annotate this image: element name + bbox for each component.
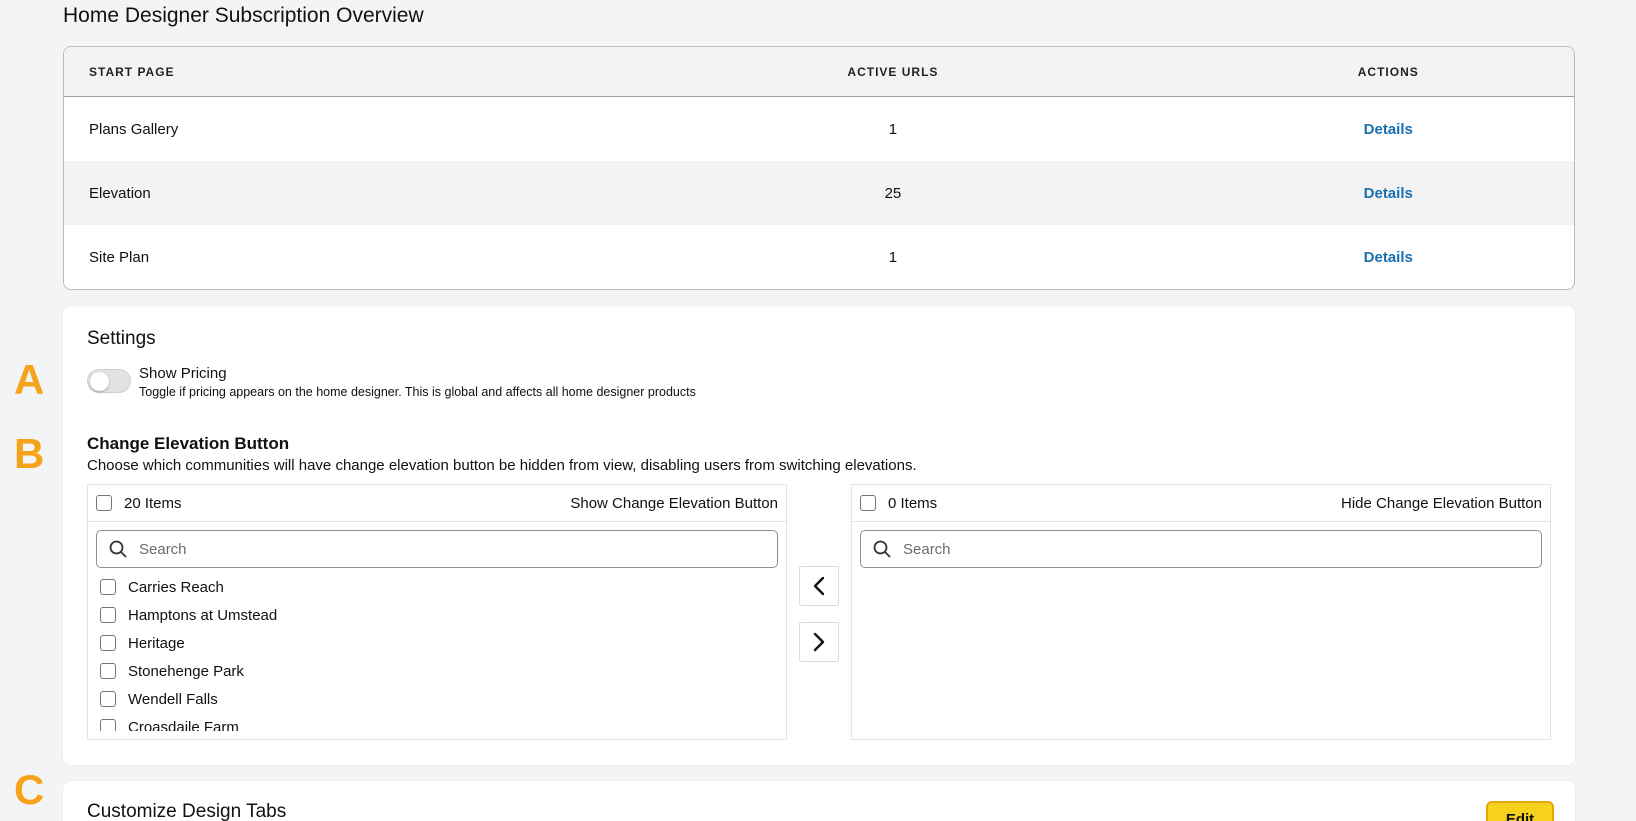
- list-item[interactable]: Hamptons at Umstead: [100, 601, 780, 629]
- list-item[interactable]: Croasdaile Farm: [100, 713, 780, 731]
- active-urls-cell: 1: [888, 120, 898, 138]
- show-pricing-label: Show Pricing: [139, 365, 227, 382]
- details-link[interactable]: Details: [1364, 185, 1413, 202]
- search-field: [96, 530, 778, 568]
- table-header: START PAGE ACTIVE URLS ACTIONS: [64, 47, 1574, 97]
- list-item[interactable]: Stonehenge Park: [100, 657, 780, 685]
- show-pricing-description: Toggle if pricing appears on the home de…: [139, 385, 696, 399]
- change-elevation-description: Choose which communities will have chang…: [87, 457, 917, 474]
- select-all-checkbox[interactable]: [860, 495, 876, 511]
- search-icon: [873, 540, 891, 558]
- item-label: Wendell Falls: [128, 690, 218, 708]
- panel-heading: Show Change Elevation Button: [570, 494, 778, 512]
- active-urls-cell: 1: [888, 248, 898, 266]
- column-header-actions: ACTIONS: [1357, 64, 1419, 79]
- select-all-checkbox[interactable]: [96, 495, 112, 511]
- list-item[interactable]: Heritage: [100, 629, 780, 657]
- settings-card: Settings Show Pricing Toggle if pricing …: [63, 306, 1575, 765]
- start-page-cell: Site Plan: [89, 248, 150, 266]
- search-input[interactable]: [139, 540, 739, 558]
- show-elevation-panel: 20 Items Show Change Elevation Button Ca…: [87, 484, 787, 740]
- hide-elevation-panel: 0 Items Hide Change Elevation Button: [851, 484, 1551, 740]
- item-label: Hamptons at Umstead: [128, 606, 278, 624]
- move-right-button[interactable]: [799, 622, 839, 662]
- search-icon: [109, 540, 127, 558]
- show-pricing-toggle[interactable]: [87, 369, 131, 393]
- table-row: Elevation 25 Details: [64, 161, 1574, 225]
- item-checkbox[interactable]: [100, 663, 116, 679]
- item-label: Carries Reach: [128, 578, 224, 596]
- annotation-letter-b: B: [14, 430, 45, 477]
- table-row: Site Plan 1 Details: [64, 225, 1574, 289]
- search-input[interactable]: [903, 540, 1503, 558]
- active-urls-cell: 25: [884, 184, 902, 202]
- item-checkbox[interactable]: [100, 691, 116, 707]
- edit-button[interactable]: Edit: [1486, 801, 1554, 821]
- item-checkbox[interactable]: [100, 607, 116, 623]
- list-item[interactable]: Carries Reach: [100, 573, 780, 601]
- annotation-letter-c: C: [14, 766, 45, 813]
- start-page-cell: Elevation: [89, 184, 151, 202]
- table-row: Plans Gallery 1 Details: [64, 97, 1574, 161]
- chevron-left-icon: [813, 576, 825, 596]
- customize-tabs-title: Customize Design Tabs: [87, 801, 287, 821]
- item-checkbox[interactable]: [100, 719, 116, 731]
- customize-design-tabs-card: Customize Design Tabs Edit: [63, 781, 1575, 821]
- item-label: Croasdaile Farm: [128, 718, 239, 732]
- item-checkbox[interactable]: [100, 579, 116, 595]
- annotation-letter-a: A: [14, 356, 45, 403]
- settings-title: Settings: [87, 328, 156, 349]
- chevron-right-icon: [813, 632, 825, 652]
- change-elevation-title: Change Elevation Button: [87, 434, 290, 453]
- start-page-cell: Plans Gallery: [89, 120, 179, 138]
- community-list: Carries Reach Hamptons at Umstead Herita…: [100, 573, 780, 731]
- panel-header: 0 Items Hide Change Elevation Button: [852, 485, 1550, 522]
- page-title: Home Designer Subscription Overview: [63, 4, 424, 27]
- item-checkbox[interactable]: [100, 635, 116, 651]
- item-count: 20 Items: [124, 494, 182, 512]
- column-header-start-page: START PAGE: [89, 64, 175, 79]
- panel-heading: Hide Change Elevation Button: [1341, 494, 1542, 512]
- details-link[interactable]: Details: [1364, 121, 1413, 138]
- item-label: Stonehenge Park: [128, 662, 244, 680]
- list-item[interactable]: Wendell Falls: [100, 685, 780, 713]
- toggle-knob: [90, 372, 109, 391]
- details-link[interactable]: Details: [1364, 249, 1413, 266]
- panel-header: 20 Items Show Change Elevation Button: [88, 485, 786, 522]
- search-field: [860, 530, 1542, 568]
- move-left-button[interactable]: [799, 566, 839, 606]
- column-header-active-urls: ACTIVE URLS: [847, 64, 939, 79]
- item-count: 0 Items: [888, 494, 938, 512]
- item-label: Heritage: [128, 634, 185, 652]
- subscription-table: START PAGE ACTIVE URLS ACTIONS Plans Gal…: [63, 46, 1575, 290]
